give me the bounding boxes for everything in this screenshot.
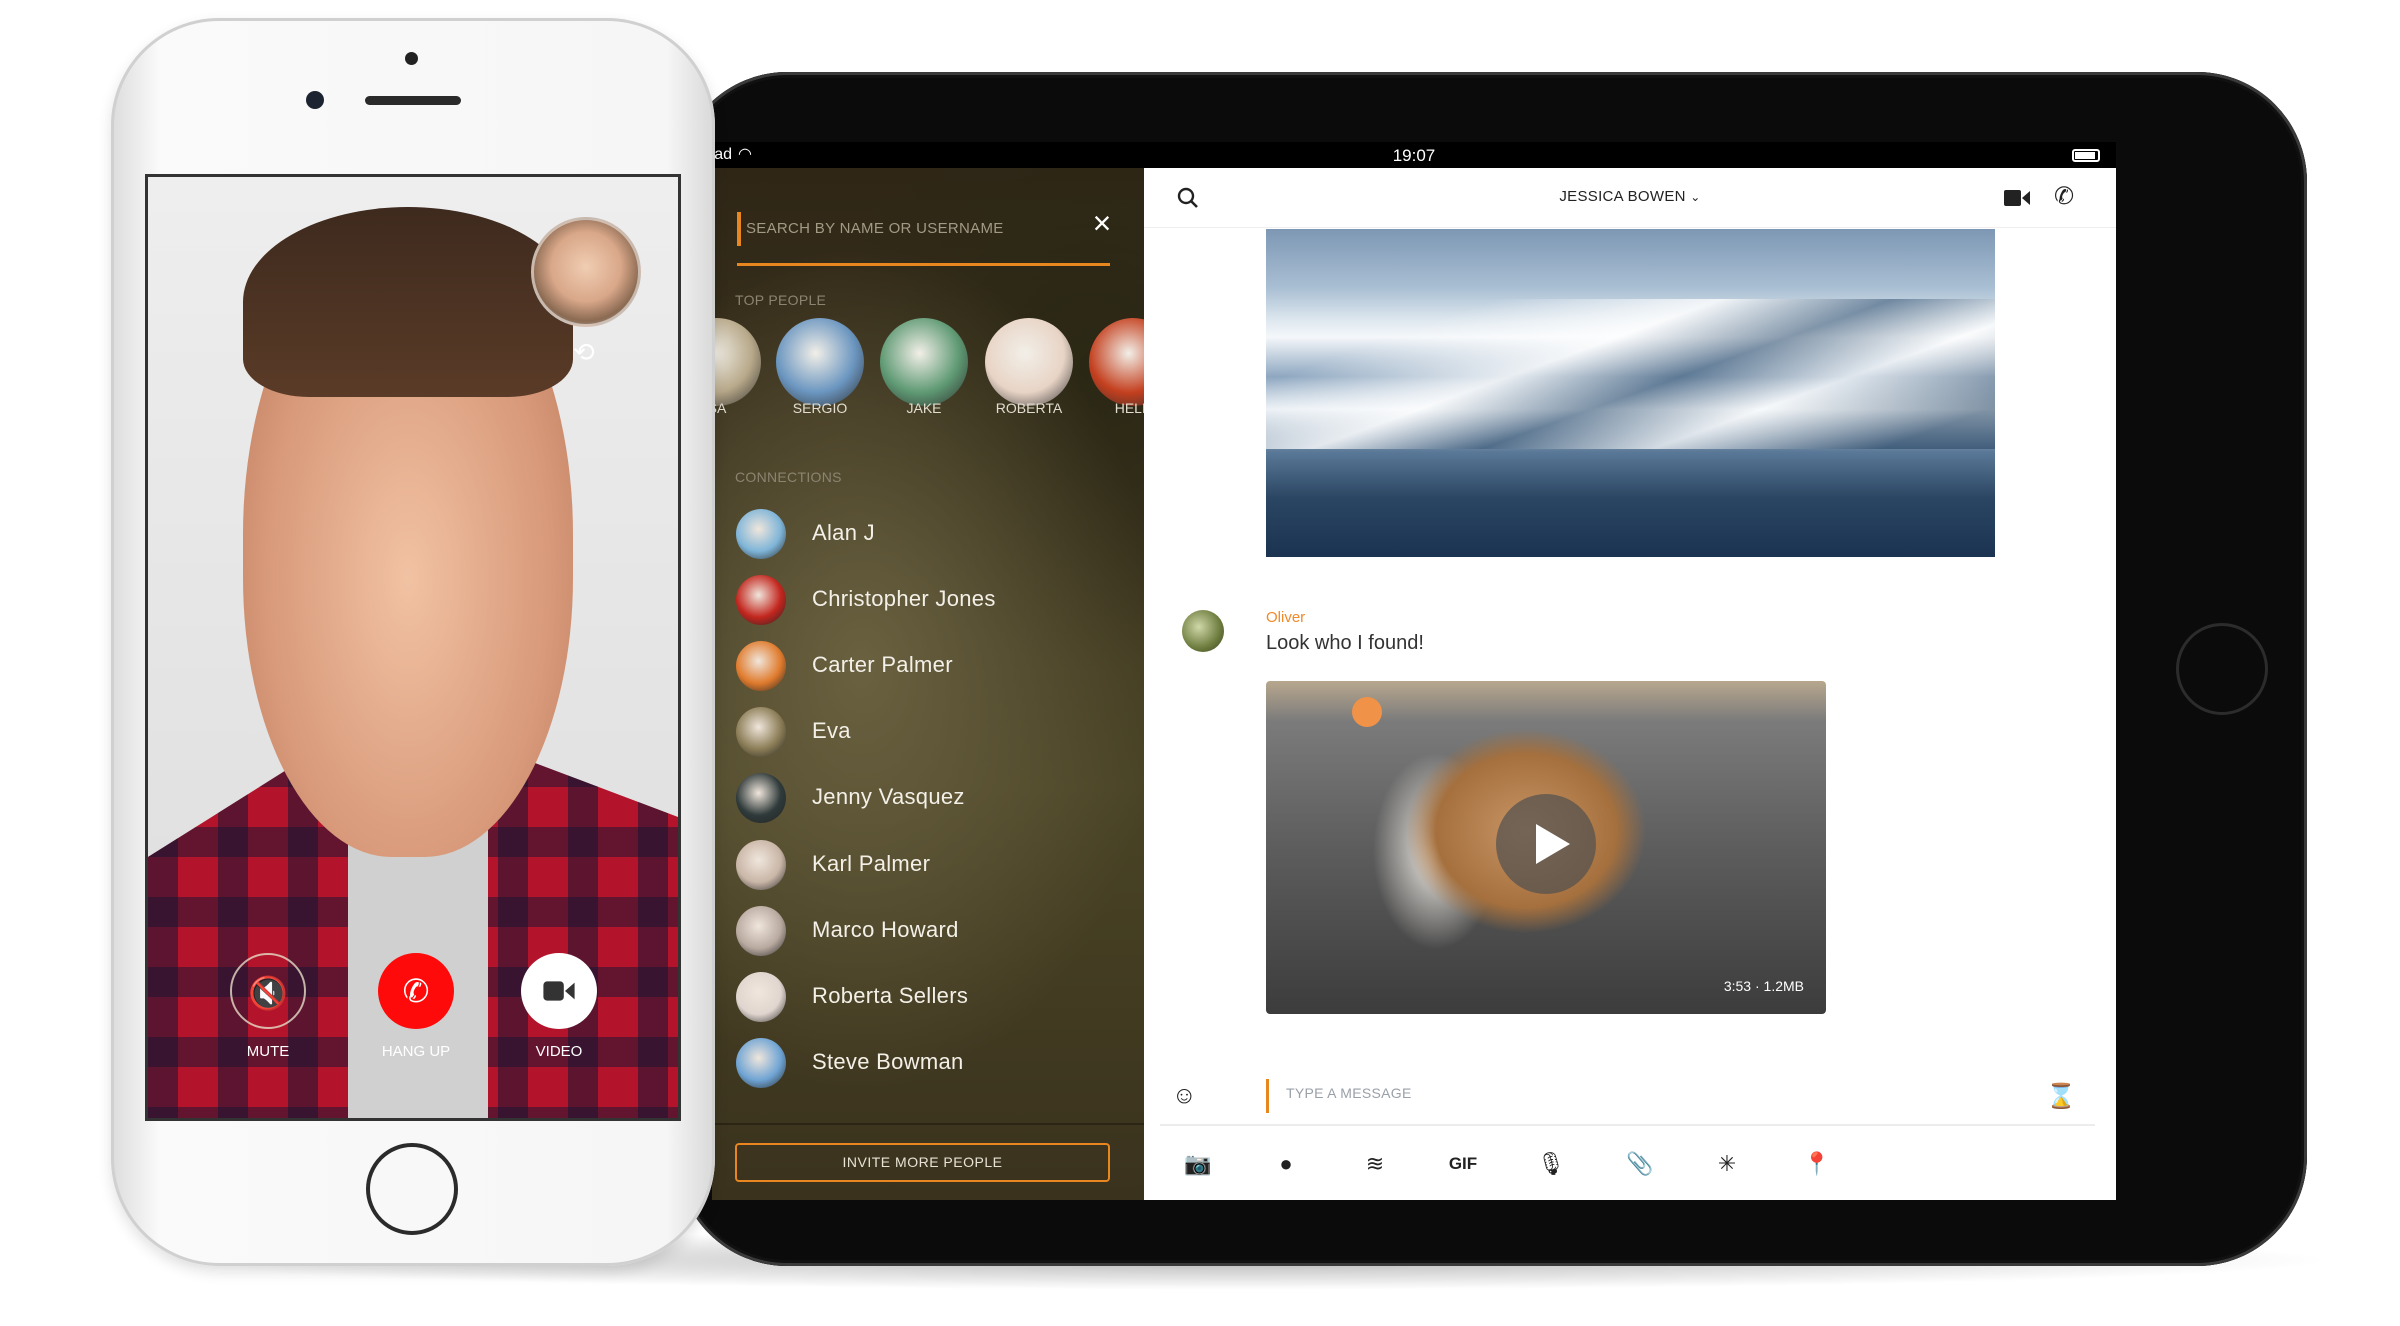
video-camera-icon	[543, 981, 575, 1001]
connection-item[interactable]: Alan J	[712, 504, 1144, 564]
connection-item[interactable]: Roberta Sellers	[712, 967, 1144, 1027]
self-view-pip[interactable]	[531, 217, 641, 327]
connection-item[interactable]: Jenny Vasquez	[712, 768, 1144, 828]
conversation-title[interactable]: JESSICA BOWEN ⌄	[1144, 188, 2116, 205]
message-sender: Oliver	[1266, 609, 1306, 626]
gif-icon[interactable]: GIF	[1445, 1146, 1481, 1182]
top-person-name: SERGIO	[792, 400, 848, 416]
chat-header: JESSICA BOWEN ⌄ ✆	[1144, 168, 2116, 228]
attachment-icon[interactable]: 📎	[1622, 1146, 1658, 1182]
connection-name: Christopher Jones	[812, 586, 996, 612]
chevron-down-icon: ⌄	[1690, 190, 1701, 204]
status-time: 19:07	[1392, 146, 1436, 165]
caller-hair	[243, 207, 573, 397]
connection-item[interactable]: Carter Palmer	[712, 636, 1144, 696]
connection-name: Marco Howard	[812, 916, 959, 942]
invite-more-people-button[interactable]: INVITE MORE PEOPLE	[735, 1143, 1110, 1182]
avatar	[736, 839, 786, 890]
ball	[1352, 697, 1382, 727]
play-icon[interactable]	[1496, 794, 1596, 894]
emoji-icon[interactable]: ☺	[1172, 1082, 1197, 1110]
earpiece	[365, 96, 461, 105]
connection-name: Alan J	[812, 520, 875, 545]
top-person-name: ROBERTA	[995, 400, 1063, 416]
search-cursor	[737, 212, 741, 246]
contact-name: JESSICA BOWEN	[1559, 188, 1686, 205]
location-icon[interactable]: 📍	[1799, 1146, 1835, 1182]
connection-item[interactable]: Christopher Jones	[712, 570, 1144, 630]
doodle-icon[interactable]: ≋	[1357, 1146, 1393, 1182]
iphone-home-button[interactable]	[366, 1143, 458, 1235]
video-message[interactable]: 3:53 · 1.2MB	[1266, 681, 1826, 1014]
top-people-heading: TOP PEOPLE	[735, 292, 827, 308]
top-person-avatar[interactable]	[880, 318, 968, 406]
front-camera	[306, 91, 324, 109]
connection-name: Roberta Sellers	[812, 982, 969, 1008]
hang-up-button[interactable]: ✆	[378, 953, 454, 1029]
avatar[interactable]	[1182, 610, 1224, 652]
video-label: VIDEO	[535, 1043, 583, 1060]
connection-name: Carter Palmer	[812, 652, 953, 678]
connection-name: Karl Palmer	[812, 850, 931, 876]
ipad-screen: iPad ◠ 19:07 × TOP PEOPLE SASERGIOJAKERO…	[712, 142, 2116, 1200]
connection-name: Jenny Vasquez	[812, 784, 965, 810]
avatar	[736, 575, 786, 626]
video-toggle-button[interactable]	[521, 953, 597, 1029]
video-call-icon[interactable]	[2004, 188, 2030, 208]
proximity-sensor	[405, 52, 418, 65]
connections-heading: CONNECTIONS	[735, 469, 842, 485]
search-input[interactable]	[746, 220, 1066, 237]
phone-hangup-icon: ✆	[402, 973, 430, 1009]
mute-label: MUTE	[246, 1043, 290, 1060]
contacts-sidebar: × TOP PEOPLE SASERGIOJAKEROBERTAHELE CON…	[712, 168, 1177, 1200]
avatar	[736, 641, 786, 692]
avatar	[736, 905, 786, 956]
battery-icon	[2072, 149, 2100, 162]
phone-icon[interactable]: ✆	[2054, 182, 2074, 211]
camera-icon[interactable]: 📷	[1180, 1146, 1216, 1182]
connection-item[interactable]: Karl Palmer	[712, 835, 1144, 895]
video-meta: 3:53 · 1.2MB	[1723, 978, 1804, 994]
avatar	[736, 1037, 786, 1088]
message-input[interactable]	[1286, 1085, 1886, 1101]
mute-button[interactable]: 🔇	[230, 953, 306, 1029]
avatar	[736, 773, 786, 824]
top-person-avatar[interactable]	[985, 318, 1073, 406]
connection-item[interactable]: Marco Howard	[712, 901, 1144, 961]
ipad-home-button[interactable]	[2176, 623, 2268, 715]
status-bar: iPad ◠ 19:07	[712, 142, 2116, 168]
record-icon[interactable]: ●	[1268, 1146, 1304, 1182]
sparkle-icon[interactable]: ✳	[1709, 1146, 1745, 1182]
close-icon[interactable]: ×	[1087, 207, 1117, 239]
microphone-icon[interactable]: 🎙	[1533, 1146, 1569, 1182]
connection-name: Steve Bowman	[812, 1048, 964, 1074]
chat-pane: JESSICA BOWEN ⌄ ✆ Oliver Look who I foun…	[1144, 168, 2116, 1200]
connection-item[interactable]: Steve Bowman	[712, 1033, 1144, 1093]
iphone-screen: ⟲ 🔇 MUTE ✆ HANG UP VIDEO	[145, 174, 681, 1121]
connection-item[interactable]: Eva	[712, 702, 1144, 762]
switch-camera-icon[interactable]: ⟲	[573, 337, 595, 368]
divider	[1160, 1124, 2095, 1126]
top-person-avatar[interactable]	[776, 318, 864, 406]
avatar	[736, 971, 786, 1022]
avatar	[736, 707, 786, 758]
top-person-avatar[interactable]	[712, 318, 761, 406]
divider	[712, 1123, 1144, 1125]
compose-cursor	[1266, 1079, 1269, 1113]
hang-up-label: HANG UP	[381, 1043, 451, 1060]
search-underline	[737, 263, 1110, 266]
message-text: Look who I found!	[1266, 632, 1424, 654]
connection-name: Eva	[812, 718, 851, 744]
shared-image-mountains[interactable]	[1266, 229, 1995, 557]
top-person-name: JAKE	[906, 400, 942, 416]
hourglass-icon[interactable]: ⌛	[2046, 1082, 2076, 1111]
mute-mic-icon: 🔇	[248, 975, 288, 1011]
avatar	[736, 509, 786, 559]
